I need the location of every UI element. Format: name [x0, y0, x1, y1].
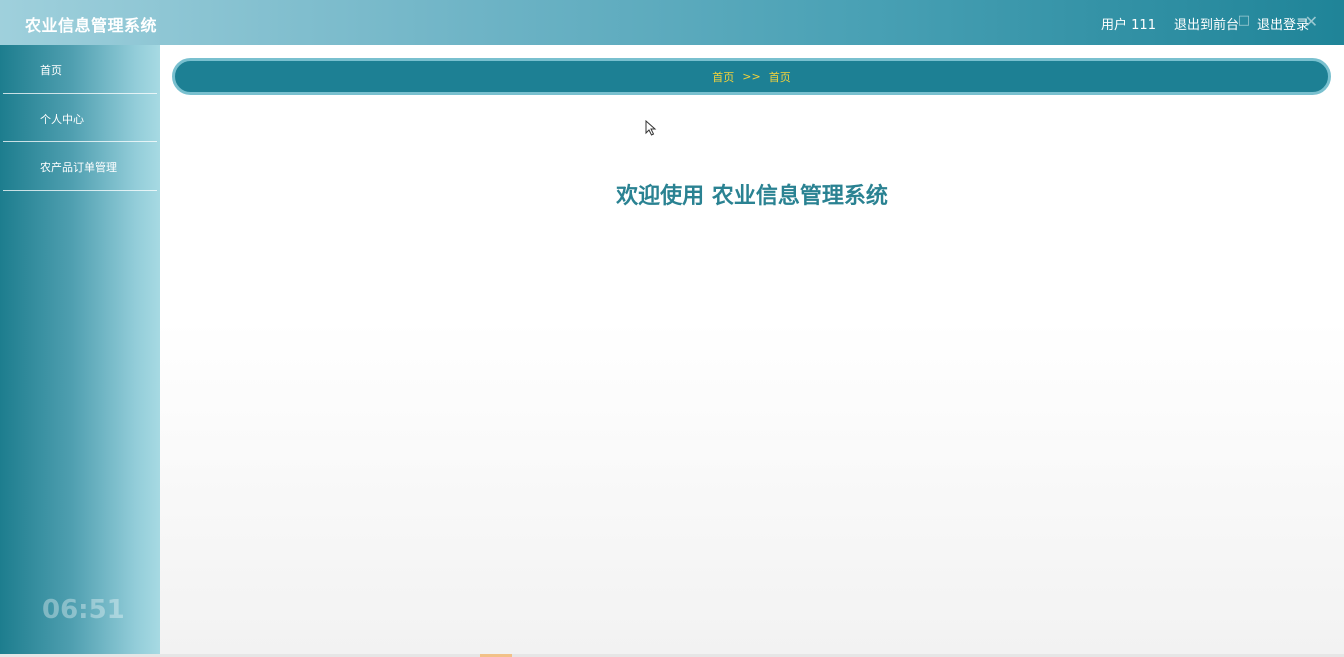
- breadcrumb-item-home[interactable]: 首页: [712, 69, 734, 85]
- close-icon[interactable]: ✕: [1305, 12, 1318, 31]
- breadcrumb-separator: >>: [742, 70, 761, 83]
- sidebar: 首页 个人中心 农产品订单管理 06:51: [0, 45, 160, 657]
- breadcrumb-item-current[interactable]: 首页: [769, 69, 791, 85]
- breadcrumb: 首页 >> 首页: [172, 58, 1331, 95]
- logout-link[interactable]: 退出登录: [1257, 14, 1309, 33]
- maximize-icon[interactable]: □: [1238, 13, 1250, 28]
- back-to-front-link[interactable]: 退出到前台: [1174, 14, 1239, 33]
- sidebar-item-label: 个人中心: [40, 112, 84, 126]
- sidebar-item-label: 首页: [40, 64, 62, 77]
- top-header: 农业信息管理系统 用户 111 退出到前台 退出登录 ‒ □ ✕: [0, 0, 1344, 45]
- mouse-pointer-icon: [645, 120, 657, 136]
- sidebar-item-personal-center[interactable]: 个人中心: [3, 94, 157, 142]
- sidebar-item-home[interactable]: 首页: [3, 45, 157, 94]
- minimize-icon[interactable]: ‒: [1272, 10, 1282, 29]
- clock-display: 06:51: [42, 595, 125, 625]
- sidebar-item-order-management[interactable]: 农产品订单管理: [3, 142, 157, 191]
- main-content: 首页 >> 首页 欢迎使用 农业信息管理系统: [160, 45, 1344, 657]
- sidebar-item-label: 农产品订单管理: [40, 161, 117, 174]
- app-title: 农业信息管理系统: [25, 16, 158, 35]
- welcome-heading: 欢迎使用 农业信息管理系统: [616, 184, 888, 209]
- user-label: 用户 111: [1101, 18, 1156, 33]
